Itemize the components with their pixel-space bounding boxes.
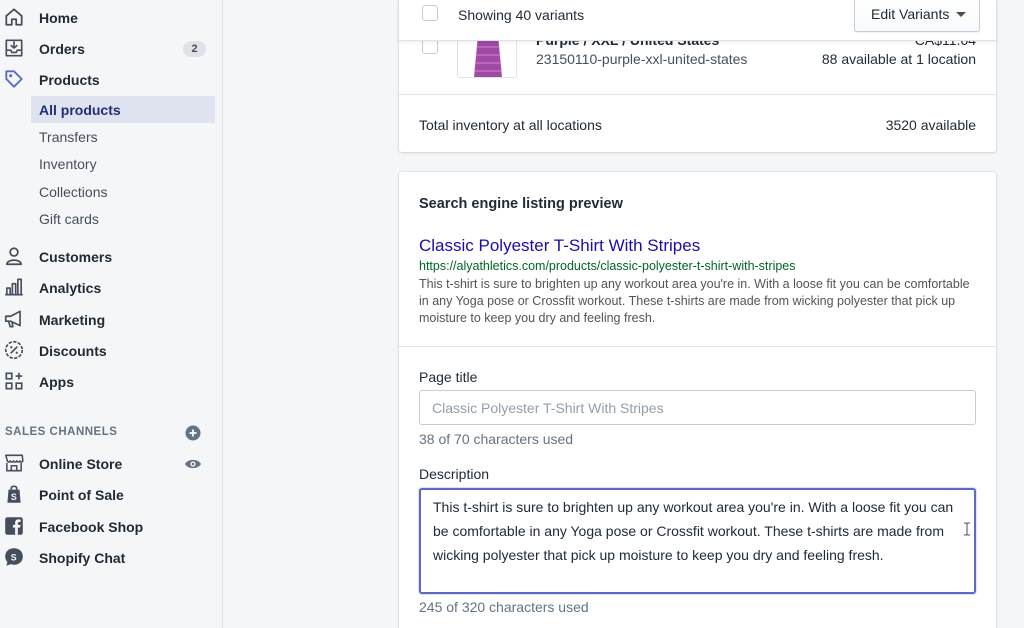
sidebar-item-online-store[interactable]: Online Store	[0, 450, 215, 477]
sidebar-item-label: Products	[39, 71, 100, 88]
seo-preview-description: This t-shirt is sure to brighten up any …	[419, 277, 970, 325]
variant-availability: 88 available at 1 location	[821, 51, 976, 67]
seo-preview-title: Classic Polyester T-Shirt With Stripes	[419, 236, 701, 255]
sidebar-item-point-of-sale[interactable]: S Point of Sale	[0, 481, 215, 508]
sidebar-subitem-gift-cards[interactable]: Gift cards	[31, 205, 215, 232]
sidebar-item-customers[interactable]: Customers	[0, 243, 215, 270]
total-inventory-label: Total inventory at all locations	[419, 117, 602, 133]
orders-count-badge: 2	[183, 41, 206, 57]
megaphone-icon	[3, 308, 25, 330]
sidebar-subitem-transfers[interactable]: Transfers	[31, 123, 215, 150]
divider	[399, 346, 996, 347]
sidebar-item-label: Home	[39, 9, 78, 26]
sidebar-item-facebook-shop[interactable]: Facebook Shop	[0, 513, 215, 540]
seo-card-heading: Search engine listing preview	[419, 196, 623, 212]
variants-bulk-bar: Showing 40 variants Edit Variants	[399, 0, 996, 41]
sidebar-item-label: Online Store	[39, 455, 123, 472]
sales-channels-heading: SALES CHANNELS	[5, 426, 118, 438]
description-label: Description	[419, 466, 490, 482]
tag-icon	[3, 68, 25, 90]
sidebar-subitem-inventory[interactable]: Inventory	[31, 150, 215, 177]
sidebar-item-orders[interactable]: Orders 2	[0, 35, 215, 62]
sidebar-item-analytics[interactable]: Analytics	[0, 274, 215, 301]
total-inventory-value: 3520 available	[885, 117, 976, 133]
sidebar-subitem-collections[interactable]: Collections	[31, 178, 215, 205]
sidebar-item-label: Customers	[39, 248, 113, 265]
sidebar-item-shopify-chat[interactable]: S Shopify Chat	[0, 544, 215, 571]
svg-text:S: S	[11, 552, 17, 562]
sidebar-item-label: Marketing	[39, 311, 106, 328]
sidebar-item-label: Facebook Shop	[39, 518, 144, 535]
sidebar: Home Orders 2 Products All products Tran…	[0, 0, 223, 628]
page-title-input[interactable]: Classic Polyester T-Shirt With Stripes	[419, 390, 976, 425]
variant-sku: 23150110-purple-xxl-united-states	[536, 51, 748, 67]
sidebar-item-label: Shopify Chat	[39, 549, 126, 566]
orders-inbox-icon	[3, 37, 25, 59]
sidebar-item-apps[interactable]: Apps	[0, 368, 215, 395]
svg-text:S: S	[11, 492, 17, 502]
select-all-variants-checkbox[interactable]	[422, 5, 438, 21]
chat-bubble-icon: S	[3, 546, 25, 568]
store-icon	[3, 452, 25, 474]
sidebar-item-home[interactable]: Home	[0, 4, 215, 31]
apps-grid-icon	[3, 370, 25, 392]
page-title-char-count: 38 of 70 characters used	[419, 431, 574, 447]
divider	[399, 94, 996, 95]
sidebar-item-label: Point of Sale	[39, 486, 124, 503]
variants-count-label: Showing 40 variants	[458, 7, 585, 23]
sidebar-subitem-all-products[interactable]: All products	[31, 96, 215, 123]
bar-chart-icon	[3, 276, 25, 298]
sidebar-item-label: Discounts	[39, 342, 107, 359]
seo-card: Search engine listing preview Classic Po…	[399, 172, 996, 628]
edit-variants-label: Edit Variants	[871, 6, 950, 22]
sidebar-item-label: Analytics	[39, 279, 102, 296]
sidebar-item-label: Apps	[39, 373, 74, 390]
add-sales-channel-icon[interactable]	[185, 425, 201, 441]
page-title-label: Page title	[419, 369, 478, 385]
sidebar-item-discounts[interactable]: Discounts	[0, 337, 215, 364]
edit-variants-button[interactable]: Edit Variants	[854, 0, 980, 32]
person-icon	[3, 245, 25, 267]
caret-down-icon	[956, 12, 966, 17]
home-icon	[3, 6, 25, 28]
facebook-icon	[3, 515, 25, 537]
pos-shopping-bag-icon: S	[3, 483, 25, 505]
eye-icon[interactable]	[184, 457, 202, 471]
sidebar-item-products[interactable]: Products	[0, 66, 215, 93]
description-textarea[interactable]: This t-shirt is sure to brighten up any …	[419, 488, 976, 594]
discount-badge-icon	[3, 339, 25, 361]
sidebar-item-label: Orders	[39, 40, 85, 57]
text-cursor-icon	[963, 522, 971, 536]
seo-preview-url: https://alyathletics.com/products/classi…	[419, 259, 796, 273]
description-char-count: 245 of 320 characters used	[419, 599, 589, 615]
sidebar-item-marketing[interactable]: Marketing	[0, 306, 215, 333]
